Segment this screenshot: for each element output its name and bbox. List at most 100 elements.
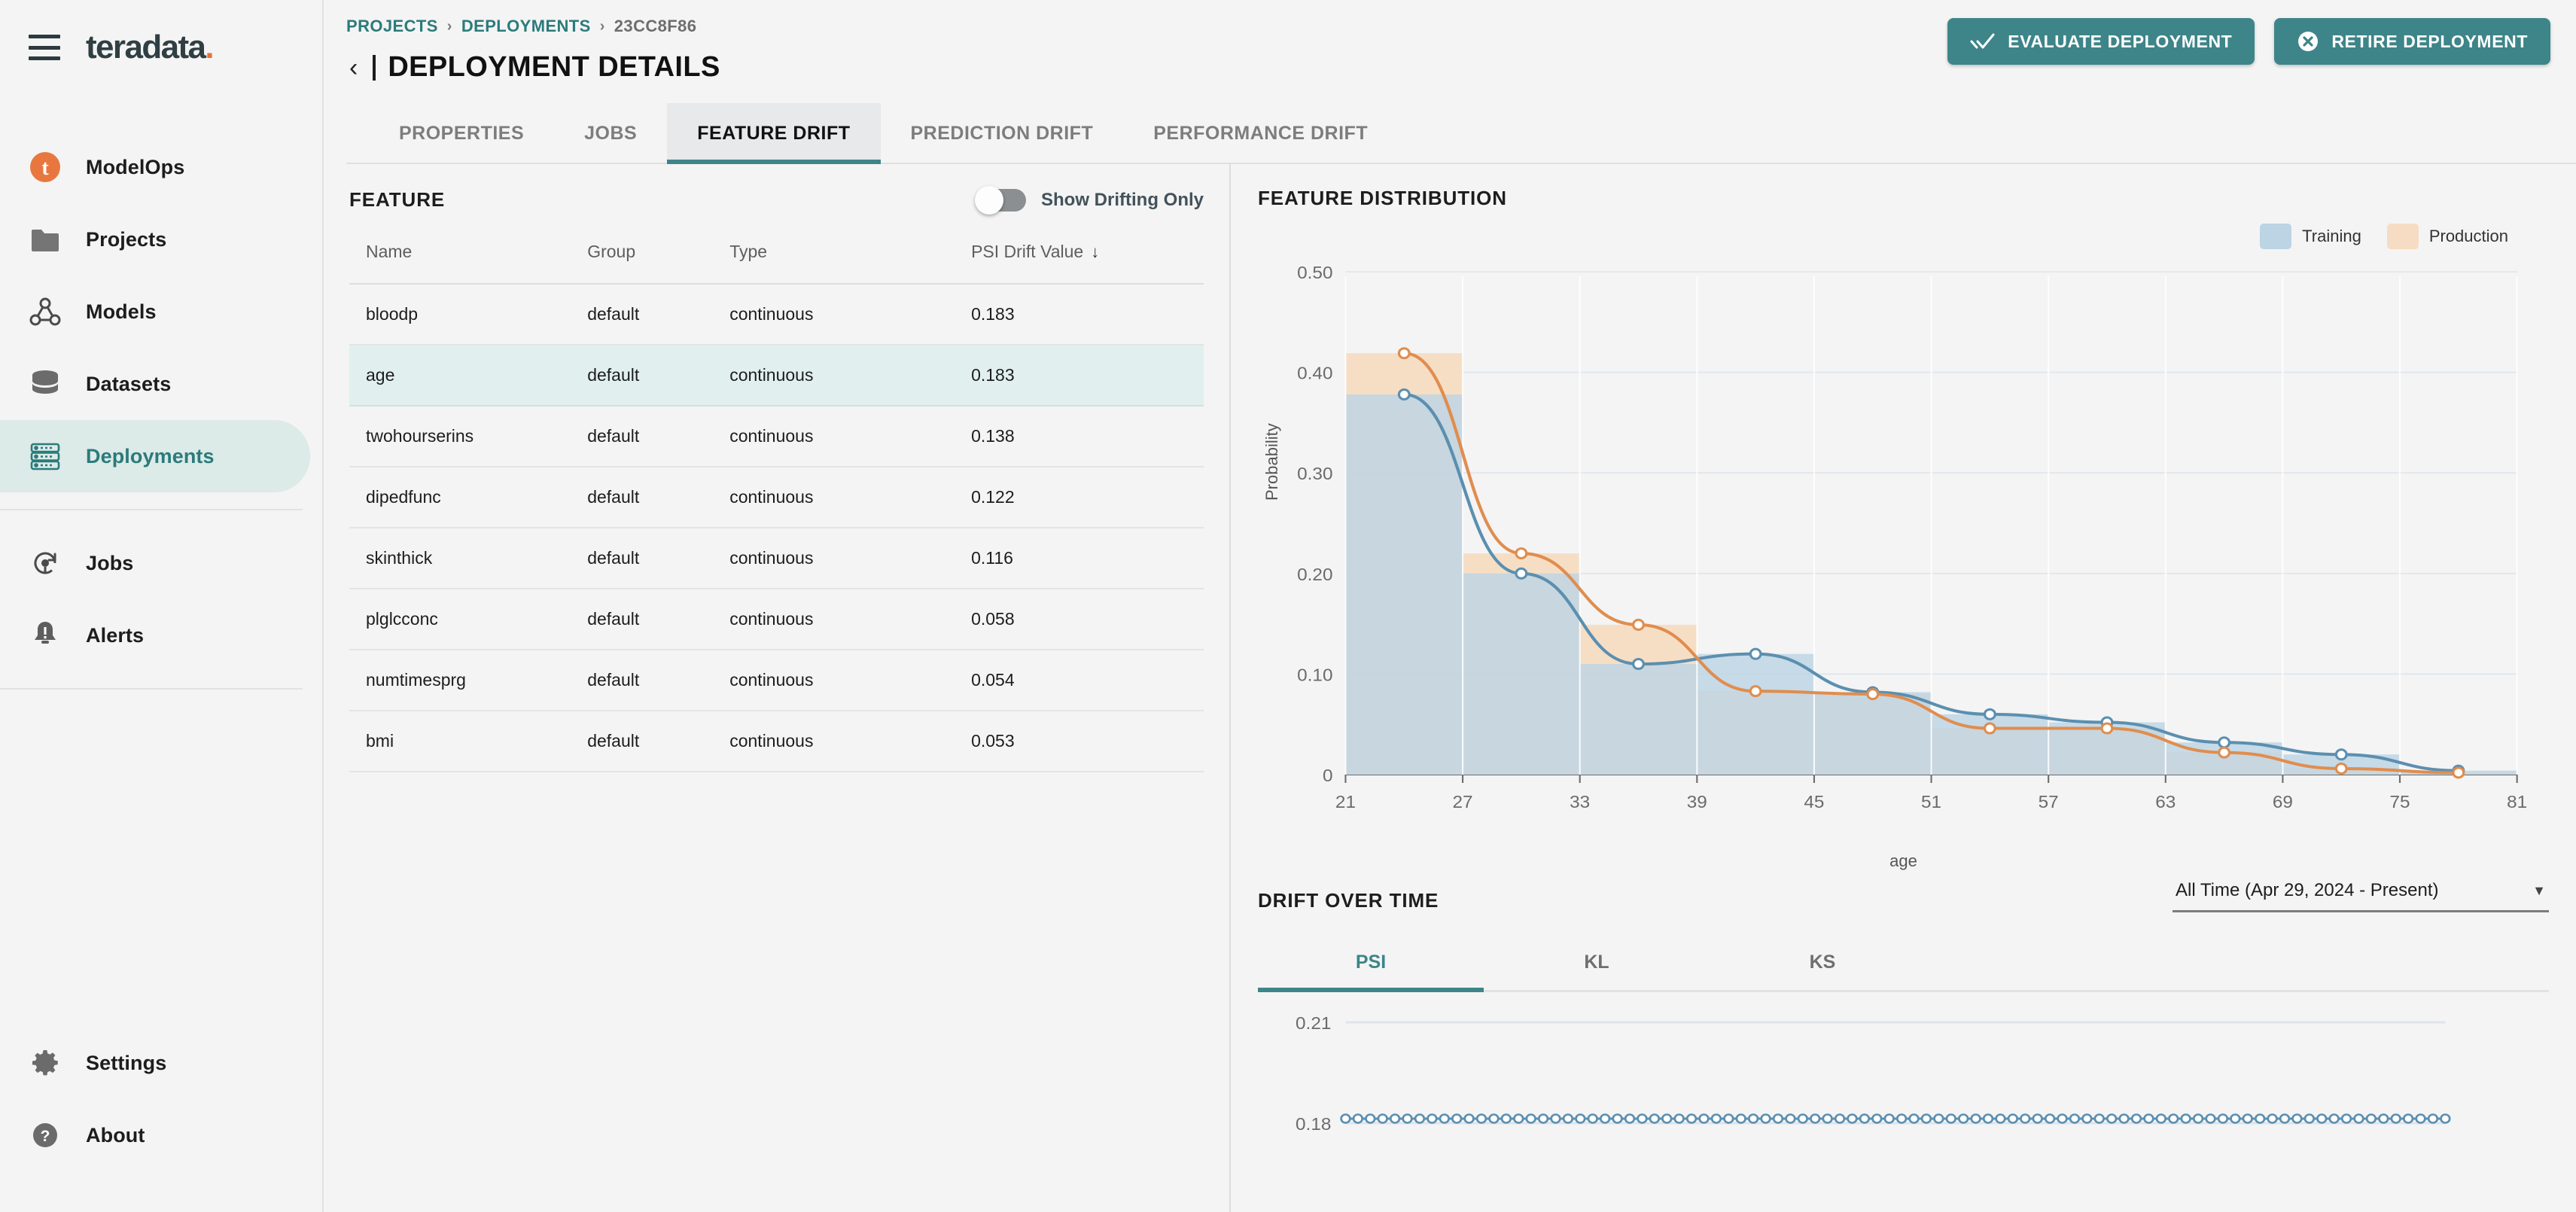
cell-name: age <box>349 345 588 407</box>
tab-feature-drift[interactable]: FEATURE DRIFT <box>667 103 881 164</box>
cell-group: default <box>587 406 730 467</box>
table-row[interactable]: bloodp default continuous 0.183 <box>349 284 1204 346</box>
feature-distribution-title: FEATURE DISTRIBUTION <box>1258 187 1507 209</box>
sidebar-item-settings[interactable]: Settings <box>0 1027 310 1099</box>
breadcrumb-current: 23CC8F86 <box>614 17 697 35</box>
feature-panel: FEATURE Show Drifting Only Name Group Ty… <box>324 164 1231 1212</box>
cell-group: default <box>587 467 730 528</box>
cell-psi: 0.054 <box>971 650 1204 711</box>
table-row[interactable]: bmi default continuous 0.053 <box>349 711 1204 772</box>
table-row[interactable]: age default continuous 0.183 <box>349 345 1204 407</box>
y-axis-label: Probability <box>1262 423 1281 501</box>
legend-item-production[interactable]: Production <box>2386 224 2508 249</box>
sidebar-item-label: Jobs <box>86 551 134 574</box>
column-header-name[interactable]: Name <box>349 234 588 285</box>
table-row[interactable]: dipedfunc default continuous 0.122 <box>349 467 1204 528</box>
svg-text:39: 39 <box>1687 793 1707 812</box>
svg-text:0.40: 0.40 <box>1297 364 1332 383</box>
svg-text:69: 69 <box>2273 793 2293 812</box>
tab-prediction-drift[interactable]: PREDICTION DRIFT <box>881 103 1124 163</box>
tab-properties[interactable]: PROPERTIES <box>369 103 554 163</box>
sidebar-item-modelops[interactable]: t ModelOps <box>0 131 310 203</box>
table-row[interactable]: plglcconc default continuous 0.058 <box>349 589 1204 650</box>
svg-text:0.10: 0.10 <box>1297 666 1332 685</box>
evaluate-deployment-label: EVALUATE DEPLOYMENT <box>2008 31 2233 51</box>
column-header-group[interactable]: Group <box>587 234 730 285</box>
svg-text:0.20: 0.20 <box>1297 565 1332 584</box>
svg-text:81: 81 <box>2507 793 2527 812</box>
cell-group: default <box>587 345 730 407</box>
column-header-type[interactable]: Type <box>729 234 972 285</box>
hamburger-menu-icon[interactable] <box>29 35 60 60</box>
cell-type: continuous <box>729 345 972 407</box>
drift-metric-tabs: PSI KL KS <box>1258 939 2549 992</box>
svg-text:0: 0 <box>1323 767 1333 786</box>
legend-item-training[interactable]: Training <box>2260 224 2361 249</box>
legend-swatch-training <box>2260 224 2292 249</box>
show-drifting-only-control: Show Drifting Only <box>975 185 1204 215</box>
cell-name: twohourserins <box>349 406 588 467</box>
chevron-down-icon: ▼ <box>2532 882 2546 898</box>
cell-name: skinthick <box>349 528 588 589</box>
breadcrumb-separator-2: › <box>599 17 605 35</box>
svg-text:0.50: 0.50 <box>1297 264 1332 283</box>
svg-text:45: 45 <box>1804 793 1824 812</box>
title-divider <box>373 54 376 81</box>
cell-name: bmi <box>349 711 588 772</box>
gear-icon <box>29 1046 62 1080</box>
cell-type: continuous <box>729 406 972 467</box>
sidebar-item-label: Projects <box>86 227 167 251</box>
sidebar-header: teradata. <box>0 0 322 66</box>
drift-over-time-title: DRIFT OVER TIME <box>1258 889 1439 912</box>
show-drifting-only-toggle[interactable] <box>975 185 1026 215</box>
header-actions: EVALUATE DEPLOYMENT RETIRE DEPLOYMENT <box>1947 18 2550 65</box>
sidebar-item-alerts[interactable]: Alerts <box>0 599 310 671</box>
svg-text:0.21: 0.21 <box>1296 1015 1331 1034</box>
topbar: PROJECTS › DEPLOYMENTS › 23CC8F86 ‹ DEPL… <box>324 0 2576 164</box>
tab-kl[interactable]: KL <box>1484 939 1710 990</box>
feature-table-header: Name Group Type PSI Drift Value ↓ <box>349 234 1204 285</box>
table-row[interactable]: numtimesprg default continuous 0.054 <box>349 650 1204 711</box>
drift-over-time-chart: 0.21 0.18 <box>1258 1000 2549 1135</box>
time-range-select[interactable]: All Time (Apr 29, 2024 - Present) ▼ <box>2173 876 2549 912</box>
tab-ks[interactable]: KS <box>1710 939 1935 990</box>
time-range-value: All Time (Apr 29, 2024 - Present) <box>2176 880 2439 900</box>
sidebar-item-datasets[interactable]: Datasets <box>0 348 310 420</box>
sidebar-item-projects[interactable]: Projects <box>0 203 310 276</box>
model-graph-icon <box>29 295 62 328</box>
cell-psi: 0.138 <box>971 406 1204 467</box>
breadcrumb-projects[interactable]: PROJECTS <box>346 17 438 36</box>
tab-performance-drift[interactable]: PERFORMANCE DRIFT <box>1123 103 1398 163</box>
tab-jobs[interactable]: JOBS <box>554 103 667 163</box>
cell-name: dipedfunc <box>349 467 588 528</box>
brand-dot: . <box>205 29 214 65</box>
sidebar-item-deployments[interactable]: Deployments <box>0 420 310 492</box>
table-row[interactable]: skinthick default continuous 0.116 <box>349 528 1204 589</box>
cell-type: continuous <box>729 589 972 650</box>
sidebar-divider-2 <box>0 688 303 690</box>
breadcrumb-deployments[interactable]: DEPLOYMENTS <box>461 17 591 36</box>
sidebar-item-label: Datasets <box>86 372 172 395</box>
sort-descending-icon: ↓ <box>1091 242 1100 261</box>
chevron-left-icon[interactable]: ‹ <box>346 55 361 81</box>
retire-deployment-button[interactable]: RETIRE DEPLOYMENT <box>2274 18 2550 65</box>
content-area: FEATURE Show Drifting Only Name Group Ty… <box>324 164 2576 1212</box>
teradata-logo-icon: t <box>29 151 62 184</box>
column-header-psi-drift-value[interactable]: PSI Drift Value ↓ <box>971 234 1204 285</box>
sidebar-nav: t ModelOps Projects Models Datasets Depl… <box>0 131 322 706</box>
sidebar-item-about[interactable]: ? About <box>0 1099 310 1171</box>
sidebar-item-models[interactable]: Models <box>0 276 310 348</box>
sidebar-item-jobs[interactable]: Jobs <box>0 527 310 599</box>
tab-psi[interactable]: PSI <box>1258 939 1484 992</box>
legend-swatch-production <box>2386 224 2419 249</box>
cell-type: continuous <box>729 650 972 711</box>
close-circle-icon <box>2297 30 2319 53</box>
svg-text:21: 21 <box>1335 793 1356 812</box>
svg-text:27: 27 <box>1453 793 1473 812</box>
cell-group: default <box>587 284 730 346</box>
table-row[interactable]: twohourserins default continuous 0.138 <box>349 406 1204 467</box>
feature-table-body: bloodp default continuous 0.183 age default co… <box>349 284 1204 772</box>
sidebar-bottom-nav: Settings ? About <box>0 1027 322 1212</box>
evaluate-deployment-button[interactable]: EVALUATE DEPLOYMENT <box>1947 18 2255 65</box>
teradata-logo: teradata. <box>86 29 215 66</box>
